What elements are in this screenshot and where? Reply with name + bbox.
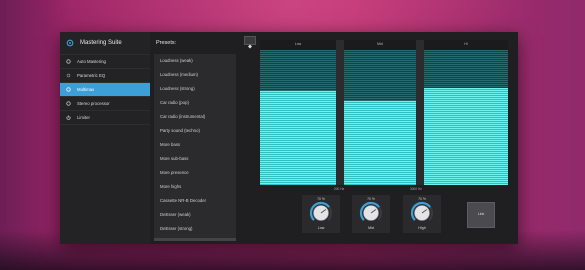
gear-icon [66,59,71,64]
sidebar-title-text: Mastering Suite [80,40,122,46]
link-button-label: Link [477,212,485,216]
preset-item[interactable]: DeEsser (weak) [160,212,191,217]
preset-item[interactable]: Car radio (pop) [160,100,189,105]
band-meter [344,50,416,185]
crossover-frequency: 200 Hz [334,187,345,191]
sidebar-item-stereo-processor[interactable]: Stereo processor [60,97,150,110]
knob-dial[interactable] [309,201,333,225]
band-level-bar[interactable] [344,101,416,185]
knob-dial[interactable] [359,201,383,225]
gear-icon [66,101,71,106]
preset-item[interactable]: Car radio (instrumental) [160,114,205,119]
gear-icon [66,39,74,47]
sidebar-item-parametric-eq[interactable]: Parametric EQ [60,69,150,82]
preset-item[interactable]: Party sound (techno) [160,128,200,133]
presets-header: Presets: [156,40,177,46]
preset-item[interactable]: More sub-bass [160,156,188,161]
band-meter [424,50,508,185]
preset-item[interactable]: Loudness (strong) [160,86,195,91]
preset-item[interactable]: Loudness (medium) [160,72,198,77]
sidebar-item-auto-mastering[interactable]: Auto Mastering [60,55,150,68]
band-meter [260,50,336,185]
crossover-handle[interactable] [336,40,344,185]
presets-scrollbar[interactable] [154,238,236,241]
knob-low[interactable]: 70 % Low [302,195,340,233]
sidebar-item-label: Limiter [77,115,90,120]
preset-item[interactable]: More presence [160,170,189,175]
sidebar: Mastering Suite Auto Mastering Parametri… [60,32,150,244]
panel-toggle-button[interactable] [244,36,256,49]
preset-item[interactable]: Loudness (weak) [160,58,193,63]
knob-label: Mid [368,226,374,230]
preset-item[interactable]: More highs [160,184,181,189]
band-level-bar[interactable] [424,87,508,185]
presets-list[interactable]: Loudness (weak) Loudness (medium) Loudne… [154,54,236,240]
sidebar-item-label: Stereo processor [77,101,110,106]
dot-icon [66,73,71,78]
sidebar-divider [60,124,150,125]
sidebar-item-label: Auto Mastering [77,59,106,64]
band-low: Low [260,40,336,185]
multimax-main: Low Mid Hi 200 Hz 3000 Hz 70 % Low 70 % … [256,32,518,244]
power-icon [66,115,71,120]
preset-item[interactable]: More bass [160,142,180,147]
sidebar-item-label: Parametric EQ [77,73,106,78]
link-button[interactable]: Link [467,202,495,228]
knob-label: Low [317,226,325,230]
band-label: Low [294,42,302,46]
knob-label: High [418,226,426,230]
crossover-frequency: 3000 Hz [410,187,422,191]
crossover-handle[interactable] [416,40,424,185]
preset-item[interactable]: Cassette NR-B Decoder [160,198,206,203]
sidebar-item-limiter[interactable]: Limiter [60,111,150,124]
sidebar-item-label: Multimax [77,87,95,92]
sidebar-title[interactable]: Mastering Suite [66,39,122,47]
sidebar-item-multimax[interactable]: Multimax [60,83,150,96]
knob-dial[interactable] [410,201,434,225]
band-level-bar[interactable] [260,90,336,185]
preset-item[interactable]: DeEsser (strong) [160,226,192,231]
band-high: Hi [424,40,508,185]
band-mid: Mid [344,40,416,185]
knob-high[interactable]: 70 % High [403,195,441,233]
knob-mid[interactable]: 70 % Mid [352,195,390,233]
collapse-icon [248,44,252,49]
band-label: Mid [377,42,383,46]
gear-icon [66,87,71,92]
band-label: Hi [464,42,468,46]
presets-panel: Presets: Loudness (weak) Loudness (mediu… [154,32,236,244]
app-window: Mastering Suite Auto Mastering Parametri… [60,32,518,244]
